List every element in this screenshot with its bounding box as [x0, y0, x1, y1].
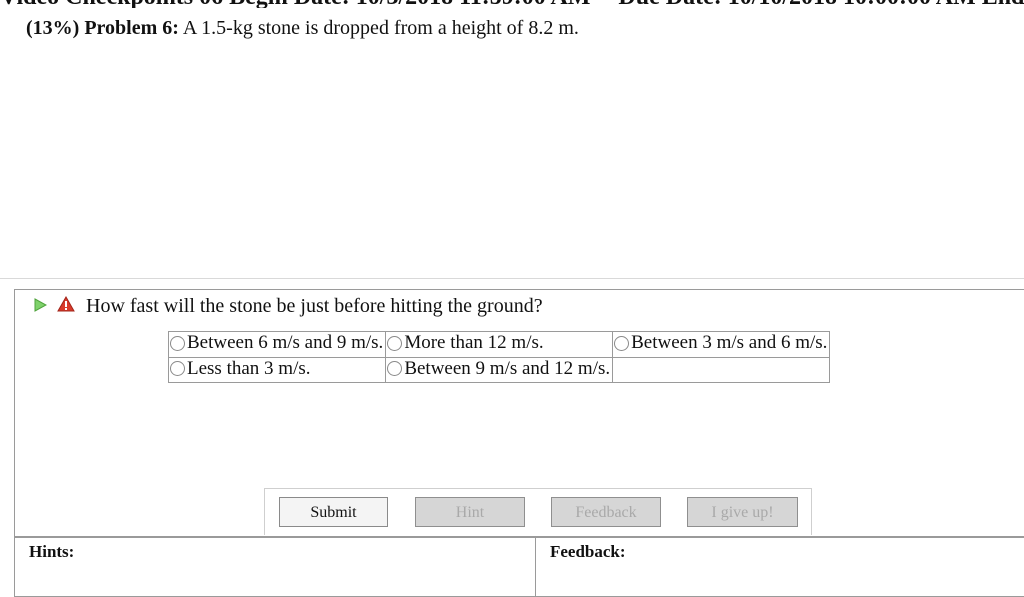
- empty-choice-cell: [612, 356, 831, 383]
- radio-button[interactable]: [170, 361, 185, 376]
- choice-label: Between 9 m/s and 12 m/s.: [404, 357, 611, 379]
- hints-panel: Hints:: [14, 537, 536, 597]
- choice-between-9-12[interactable]: Between 9 m/s and 12 m/s.: [387, 358, 610, 380]
- choice-less-than-3[interactable]: Less than 3 m/s.: [170, 358, 311, 380]
- answer-choices: Between 6 m/s and 9 m/s. More than 12 m/…: [167, 331, 831, 383]
- choice-label: More than 12 m/s.: [404, 332, 544, 353]
- choice-cell: Less than 3 m/s.: [167, 356, 387, 383]
- choice-between-3-6[interactable]: Between 3 m/s and 6 m/s.: [614, 332, 827, 354]
- radio-button[interactable]: [387, 335, 403, 351]
- choice-label: Between 6 m/s and 9 m/s.: [187, 332, 384, 353]
- hints-label: Hints:: [29, 542, 75, 561]
- problem-label: Problem 6:: [84, 17, 179, 39]
- give-up-button[interactable]: I give up!: [687, 497, 798, 527]
- feedback-button[interactable]: Feedback: [551, 497, 661, 527]
- choice-row: Less than 3 m/s. Between 9 m/s and 12 m/…: [167, 356, 831, 383]
- problem-text: A 1.5-kg stone is dropped from a height …: [182, 17, 579, 39]
- problem-statement: (13%) Problem 6: A 1.5-kg stone is dropp…: [26, 17, 579, 40]
- choice-more-than-12[interactable]: More than 12 m/s.: [387, 332, 544, 354]
- radio-button[interactable]: [614, 335, 630, 351]
- choice-cell: More than 12 m/s.: [385, 331, 614, 358]
- feedback-panel: Feedback:: [536, 537, 1024, 597]
- hint-button[interactable]: Hint: [415, 497, 525, 527]
- choice-between-6-9[interactable]: Between 6 m/s and 9 m/s.: [170, 332, 383, 354]
- choice-label: Less than 3 m/s.: [187, 357, 311, 379]
- divider: [0, 278, 1024, 279]
- choice-cell: Between 9 m/s and 12 m/s.: [385, 356, 614, 383]
- choice-label: Between 3 m/s and 6 m/s.: [631, 332, 828, 353]
- radio-button[interactable]: [170, 335, 185, 351]
- choice-cell: Between 6 m/s and 9 m/s.: [167, 331, 387, 358]
- choice-cell: Between 3 m/s and 6 m/s.: [612, 331, 831, 358]
- radio-button[interactable]: [387, 361, 403, 376]
- question-text: How fast will the stone be just before h…: [86, 295, 543, 317]
- question-box: How fast will the stone be just before h…: [14, 289, 1024, 537]
- submit-button[interactable]: Submit: [279, 497, 388, 527]
- warning-icon: [57, 296, 75, 312]
- action-button-bar: Submit Hint Feedback I give up!: [264, 488, 812, 535]
- play-icon[interactable]: [33, 298, 47, 312]
- choice-row: Between 6 m/s and 9 m/s. More than 12 m/…: [167, 331, 831, 358]
- problem-weight: (13%): [26, 17, 80, 39]
- feedback-label: Feedback:: [550, 542, 626, 561]
- assignment-dates-header: Video Checkpoints 06 Begin Date: 10/3/20…: [0, 0, 1024, 8]
